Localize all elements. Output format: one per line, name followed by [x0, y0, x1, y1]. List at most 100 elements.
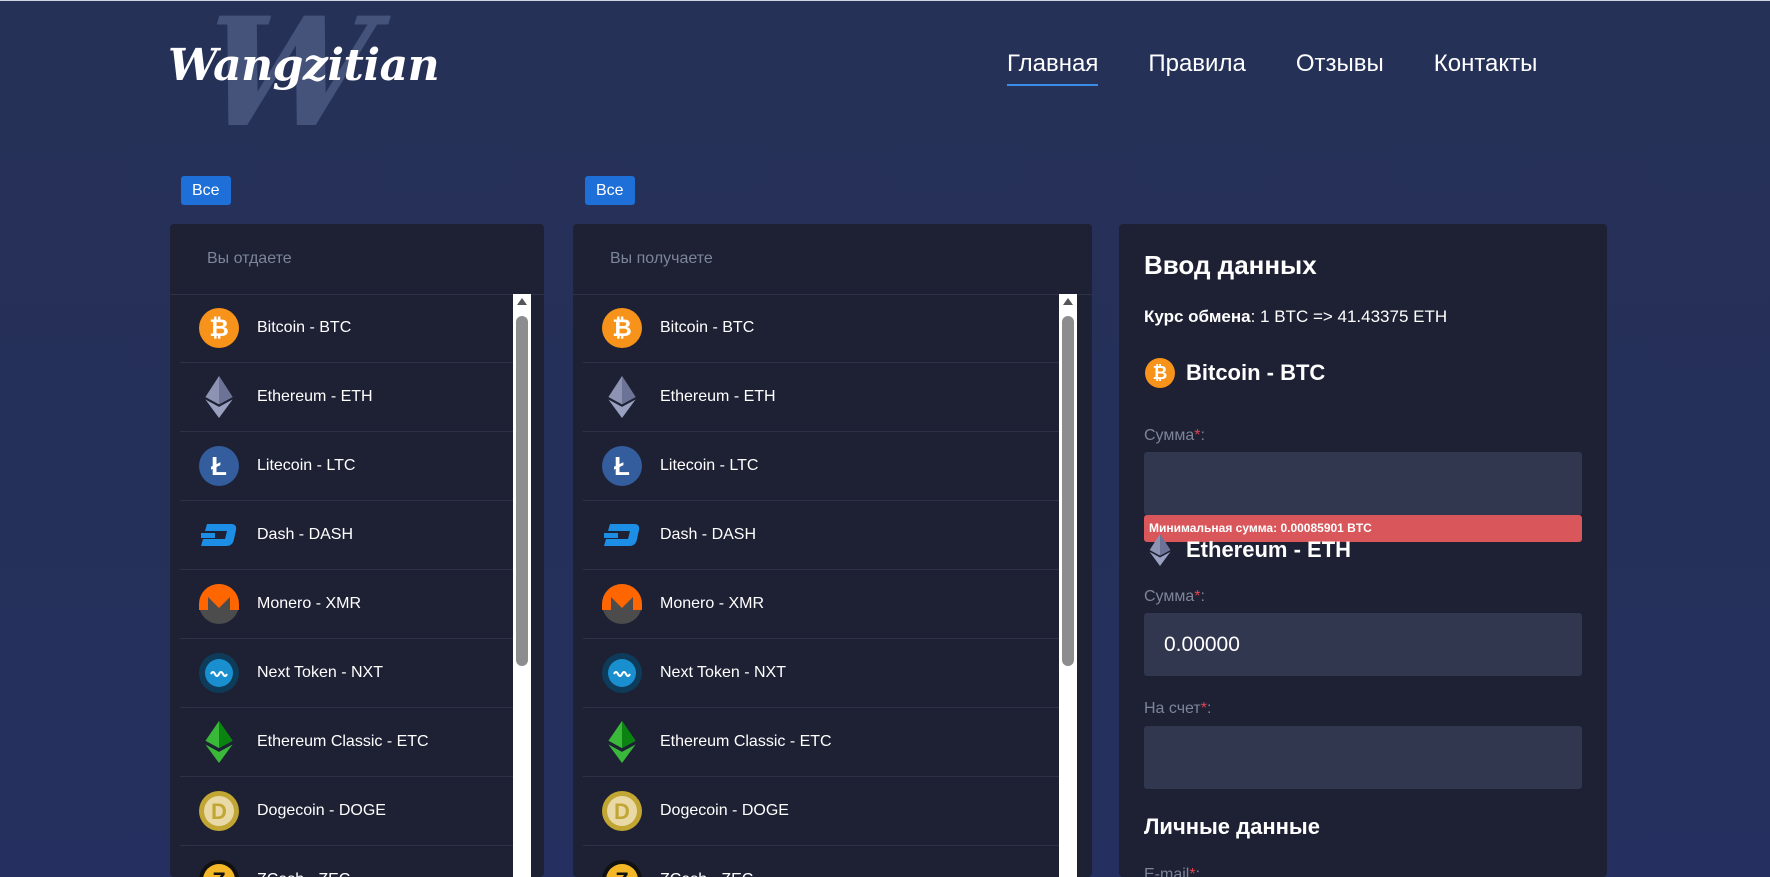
bitcoin-icon: ₿: [1144, 357, 1176, 389]
get-coin-item[interactable]: Ethereum Classic - ETC: [583, 708, 1059, 777]
coin-label: ZCash - ZEC: [660, 871, 753, 877]
give-coin-item[interactable]: Ethereum Classic - ETC: [180, 708, 513, 777]
scroll-thumb[interactable]: [1062, 316, 1074, 666]
coin-label: Monero - XMR: [257, 595, 362, 612]
monero-icon: [199, 584, 239, 624]
coin-label: Ethereum Classic - ETC: [660, 733, 832, 750]
get-currency-panel: Вы получаете ₿ Bitcoin - BTC Ethereum - ET…: [573, 224, 1092, 877]
coin-label: Next Token - NXT: [660, 664, 786, 681]
scroll-thumb[interactable]: [516, 316, 528, 666]
give-currency-name: Bitcoin - BTC: [1186, 360, 1326, 385]
give-currency-heading: ₿ Bitcoin - BTC: [1144, 357, 1325, 389]
get-coin-item[interactable]: D Dogecoin - DOGE: [583, 777, 1059, 846]
logo-wordmark: Wangzitian: [168, 40, 440, 91]
main-nav: Главная Правила Отзывы Контакты: [1007, 50, 1587, 86]
dogecoin-icon: D: [602, 791, 642, 831]
get-currency-heading: Ethereum - ETH: [1144, 534, 1351, 566]
coin-label: Dogecoin - DOGE: [660, 802, 789, 819]
dash-icon: [602, 515, 642, 555]
svg-text:D: D: [614, 799, 630, 824]
brand-logo[interactable]: W Wangzitian: [168, 0, 440, 161]
svg-text:₿: ₿: [209, 315, 229, 342]
coin-label: Ethereum - ETH: [257, 388, 373, 405]
ethereum-icon: [1144, 534, 1176, 566]
get-currency-list: ₿ Bitcoin - BTC Ethereum - ETH Ł Litecoin - …: [583, 294, 1059, 877]
coin-label: Bitcoin - BTC: [257, 319, 352, 336]
coin-label: Bitcoin - BTC: [660, 319, 755, 336]
get-coin-item[interactable]: Dash - DASH: [583, 501, 1059, 570]
get-list-scrollbar[interactable]: [1059, 294, 1077, 877]
monero-icon: [602, 584, 642, 624]
get-panel-header: Вы получаете: [573, 224, 1092, 295]
email-label: E-mail*:: [1144, 866, 1201, 877]
svg-text:D: D: [211, 799, 227, 824]
give-coin-item[interactable]: D Dogecoin - DOGE: [180, 777, 513, 846]
give-coin-item[interactable]: Dash - DASH: [180, 501, 513, 570]
give-amount-label: Сумма*:: [1144, 427, 1205, 444]
exchange-form-panel: Ввод данных Курс обмена: 1 BTC => 41.433…: [1119, 224, 1607, 877]
nav-item-rules[interactable]: Правила: [1148, 50, 1245, 84]
account-label: На счет*:: [1144, 700, 1212, 717]
get-amount-label: Сумма*:: [1144, 588, 1205, 605]
ethereum-icon: [199, 376, 239, 418]
coin-label: ZCash - ZEC: [257, 871, 350, 877]
svg-text:Z: Z: [615, 868, 628, 877]
svg-text:₿: ₿: [1153, 363, 1168, 383]
coin-label: Dash - DASH: [660, 526, 757, 543]
coin-label: Ethereum Classic - ETC: [257, 733, 429, 750]
give-coin-item[interactable]: Monero - XMR: [180, 570, 513, 639]
get-coin-item[interactable]: Ethereum - ETH: [583, 363, 1059, 432]
ethereum-classic-icon: [199, 721, 239, 763]
give-coin-item[interactable]: Next Token - NXT: [180, 639, 513, 708]
get-coin-item[interactable]: Next Token - NXT: [583, 639, 1059, 708]
scroll-up-icon[interactable]: [517, 298, 527, 305]
get-currency-name: Ethereum - ETH: [1186, 537, 1352, 562]
get-filter-all-button[interactable]: Все: [585, 176, 635, 205]
give-coin-item[interactable]: Z ZCash - ZEC: [180, 846, 513, 877]
svg-text:Ł: Ł: [211, 451, 227, 481]
litecoin-icon: Ł: [199, 446, 239, 486]
nav-item-home[interactable]: Главная: [1007, 50, 1099, 86]
coin-label: Ethereum - ETH: [660, 388, 776, 405]
coin-label: Litecoin - LTC: [257, 457, 356, 474]
give-panel-header: Вы отдаете: [170, 224, 544, 295]
get-coin-item[interactable]: Ł Litecoin - LTC: [583, 432, 1059, 501]
svg-text:Z: Z: [212, 868, 225, 877]
scroll-up-icon[interactable]: [1063, 298, 1073, 305]
coin-label: Dogecoin - DOGE: [257, 802, 386, 819]
exchange-rate: Курс обмена: 1 BTC => 41.43375 ETH: [1144, 307, 1447, 327]
personal-data-title: Личные данные: [1144, 814, 1320, 839]
give-coin-item[interactable]: Ethereum - ETH: [180, 363, 513, 432]
dash-icon: [199, 515, 239, 555]
give-list-scrollbar[interactable]: [513, 294, 531, 877]
rate-value: : 1 BTC => 41.43375 ETH: [1250, 307, 1448, 326]
ethereum-icon: [602, 376, 642, 418]
give-amount-input[interactable]: [1144, 452, 1582, 515]
get-amount-input[interactable]: 0.00000: [1144, 613, 1582, 676]
coin-label: Next Token - NXT: [257, 664, 383, 681]
svg-text:₿: ₿: [612, 315, 632, 342]
get-coin-item[interactable]: Monero - XMR: [583, 570, 1059, 639]
bitcoin-icon: ₿: [199, 308, 239, 348]
ethereum-classic-icon: [602, 721, 642, 763]
form-title: Ввод данных: [1144, 250, 1317, 280]
rate-label: Курс обмена: [1144, 307, 1251, 326]
nxt-icon: [199, 653, 239, 693]
bitcoin-icon: ₿: [602, 308, 642, 348]
svg-text:Ł: Ł: [614, 451, 630, 481]
account-input[interactable]: [1144, 726, 1582, 789]
nav-item-reviews[interactable]: Отзывы: [1296, 50, 1384, 84]
coin-label: Monero - XMR: [660, 595, 765, 612]
zcash-icon: Z: [602, 860, 642, 877]
give-filter-all-button[interactable]: Все: [181, 176, 231, 205]
give-currency-list: ₿ Bitcoin - BTC Ethereum - ETH Ł Litecoin - …: [180, 294, 513, 877]
get-coin-item[interactable]: Z ZCash - ZEC: [583, 846, 1059, 877]
coin-label: Dash - DASH: [257, 526, 354, 543]
give-coin-item[interactable]: Ł Litecoin - LTC: [180, 432, 513, 501]
nxt-icon: [602, 653, 642, 693]
get-coin-item[interactable]: ₿ Bitcoin - BTC: [583, 294, 1059, 363]
dogecoin-icon: D: [199, 791, 239, 831]
coin-label: Litecoin - LTC: [660, 457, 759, 474]
give-coin-item[interactable]: ₿ Bitcoin - BTC: [180, 294, 513, 363]
nav-item-contacts[interactable]: Контакты: [1434, 50, 1538, 84]
